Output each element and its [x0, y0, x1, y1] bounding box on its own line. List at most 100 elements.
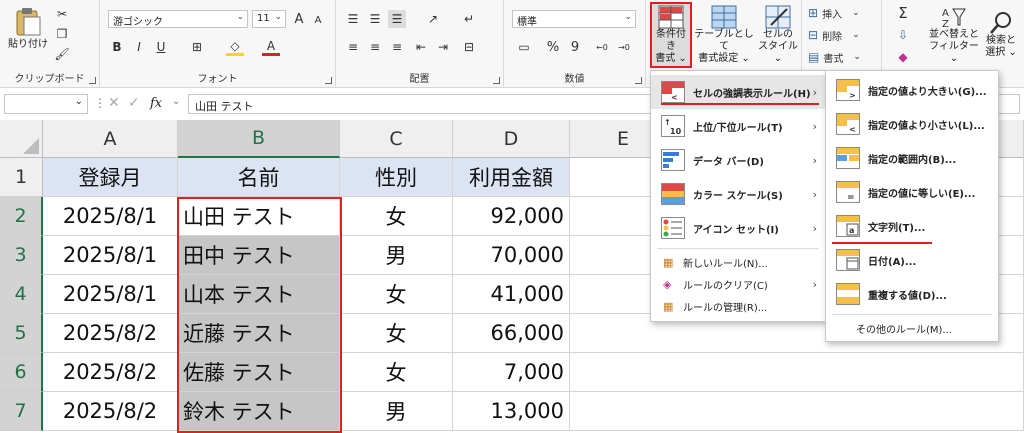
table-cell[interactable]: 2025/8/2	[43, 314, 178, 353]
font-size-select[interactable]: 11 ⌄	[252, 10, 286, 28]
row-header-7[interactable]: 7	[0, 392, 43, 431]
column-header-b[interactable]: B	[178, 120, 340, 158]
fill-color-icon[interactable]: ◇	[226, 38, 244, 56]
header-cell-registration-month[interactable]: 登録月	[43, 158, 178, 197]
submenu-item-between[interactable]: 指定の範囲内(B)...	[826, 141, 998, 175]
table-cell[interactable]: 男	[340, 236, 453, 275]
column-header-a[interactable]: A	[43, 120, 178, 158]
format-painter-icon[interactable]: 🖌	[54, 46, 70, 62]
outdent-icon[interactable]: ⇥	[434, 38, 452, 56]
menu-item-icon-sets[interactable]: アイコン セット(I) ›	[651, 211, 825, 245]
copy-icon[interactable]: ❐	[54, 26, 70, 42]
shrink-font-button[interactable]: A	[310, 12, 326, 28]
paste-button[interactable]: 貼り付け	[8, 4, 48, 54]
row-header-2[interactable]: 2	[0, 197, 43, 236]
table-cell[interactable]: 13,000	[453, 392, 570, 431]
align-center-icon[interactable]: ≡	[366, 38, 384, 56]
header-cell-name[interactable]: 名前	[178, 158, 340, 197]
menu-item-clear-rules[interactable]: ◈ ルールのクリア(C) ›	[651, 273, 825, 295]
autosum-button[interactable]: Σ	[888, 4, 918, 22]
table-cell[interactable]: 2025/8/1	[43, 236, 178, 275]
submenu-item-greater-than[interactable]: > 指定の値より大きい(G)...	[826, 73, 998, 107]
cut-icon[interactable]: ✂	[54, 6, 70, 22]
align-top-icon[interactable]: ☰	[344, 10, 362, 28]
decrease-decimal-icon[interactable]: →0	[614, 38, 634, 56]
table-cell[interactable]: 2025/8/2	[43, 353, 178, 392]
menu-item-new-rule[interactable]: ▦ 新しいルール(N)...	[651, 251, 825, 273]
row-header-4[interactable]: 4	[0, 275, 43, 314]
align-right-icon[interactable]: ≡	[388, 38, 406, 56]
menu-item-color-scales[interactable]: カラー スケール(S) ›	[651, 177, 825, 211]
name-box[interactable]: ⌄	[4, 94, 88, 114]
currency-icon[interactable]: ▭	[512, 38, 536, 56]
percent-button[interactable]: %	[544, 38, 562, 56]
table-cell[interactable]: 70,000	[453, 236, 570, 275]
submenu-item-equal-to[interactable]: = 指定の値に等しい(E)...	[826, 175, 998, 209]
submenu-item-less-than[interactable]: < 指定の値より小さい(L)...	[826, 107, 998, 141]
empty-cell[interactable]	[570, 353, 1024, 392]
submenu-item-date[interactable]: 日付(A)...	[826, 243, 998, 277]
table-cell-active[interactable]: 山田 テスト	[178, 197, 340, 236]
number-launcher-icon[interactable]	[635, 77, 642, 84]
align-bottom-icon[interactable]: ☰	[388, 10, 406, 28]
column-header-c[interactable]: C	[340, 120, 453, 158]
merge-icon[interactable]: ⊟	[460, 38, 478, 56]
font-color-button[interactable]: A	[262, 38, 280, 56]
number-format-select[interactable]: 標準 ⌄	[512, 10, 636, 28]
table-cell[interactable]: 2025/8/2	[43, 392, 178, 431]
submenu-item-more-rules[interactable]: その他のルール(M)...	[826, 317, 998, 339]
table-cell[interactable]: 佐藤 テスト	[178, 353, 340, 392]
table-cell[interactable]: 鈴木 テスト	[178, 392, 340, 431]
submenu-item-text-contains[interactable]: a 文字列(T)...	[826, 209, 998, 243]
insert-function-button[interactable]: fx	[150, 96, 162, 111]
fill-down-icon[interactable]: ⇩	[888, 26, 918, 44]
table-cell[interactable]: 2025/8/1	[43, 275, 178, 314]
border-icon[interactable]: ⊞	[188, 38, 206, 56]
table-cell[interactable]: 近藤 テスト	[178, 314, 340, 353]
sort-filter-button[interactable]: A Z 並べ替えと フィルター ⌄	[928, 4, 980, 66]
font-launcher-icon[interactable]	[325, 77, 332, 84]
delete-button[interactable]: ⊟ 削除 ⌄	[808, 26, 878, 44]
submenu-item-duplicate-values[interactable]: 重複する値(D)...	[826, 277, 998, 311]
table-cell[interactable]: 92,000	[453, 197, 570, 236]
header-cell-amount[interactable]: 利用金額	[453, 158, 570, 197]
format-as-table-button[interactable]: テーブルとして 書式設定 ⌄	[694, 4, 754, 66]
cancel-icon[interactable]: ✕	[108, 95, 120, 111]
align-middle-icon[interactable]: ☰	[366, 10, 384, 28]
row-header-5[interactable]: 5	[0, 314, 43, 353]
conditional-format-button[interactable]: 条件付き 書式 ⌄	[650, 2, 692, 68]
format-button[interactable]: ▤ 書式 ⌄	[808, 48, 878, 66]
cell-styles-button[interactable]: セルの スタイル ⌄	[756, 4, 800, 66]
increase-decimal-icon[interactable]: ←0	[592, 38, 612, 56]
find-select-button[interactable]: 検索と 選択 ⌄	[980, 4, 1022, 66]
row-header-1[interactable]: 1	[0, 158, 43, 197]
menu-item-top-bottom-rules[interactable]: ↑ 10 上位/下位ルール(T) ›	[651, 109, 825, 143]
empty-cell[interactable]	[570, 392, 1024, 431]
indent-icon[interactable]: ⇤	[412, 38, 430, 56]
grow-font-button[interactable]: A	[290, 10, 308, 28]
table-cell[interactable]: 田中 テスト	[178, 236, 340, 275]
menu-item-data-bars[interactable]: データ バー(D) ›	[651, 143, 825, 177]
align-left-icon[interactable]: ≡	[344, 38, 362, 56]
bold-button[interactable]: B	[108, 38, 126, 56]
orientation-icon[interactable]: ↗	[424, 10, 442, 28]
clear-eraser-icon[interactable]: ◆	[888, 48, 918, 66]
header-cell-gender[interactable]: 性別	[340, 158, 453, 197]
clipboard-launcher-icon[interactable]	[89, 77, 96, 84]
row-header-6[interactable]: 6	[0, 353, 43, 392]
alignment-launcher-icon[interactable]	[493, 77, 500, 84]
table-cell[interactable]: 7,000	[453, 353, 570, 392]
menu-item-manage-rules[interactable]: ▦ ルールの管理(R)...	[651, 295, 825, 317]
table-cell[interactable]: 41,000	[453, 275, 570, 314]
table-cell[interactable]: 2025/8/1	[43, 197, 178, 236]
table-cell[interactable]: 女	[340, 314, 453, 353]
table-cell[interactable]: 66,000	[453, 314, 570, 353]
enter-icon[interactable]: ✓	[128, 95, 140, 111]
italic-button[interactable]: I	[130, 38, 148, 56]
table-cell[interactable]: 男	[340, 392, 453, 431]
select-all-button[interactable]	[0, 120, 43, 158]
more-options-icon[interactable]: ⋮	[94, 96, 106, 110]
column-header-d[interactable]: D	[453, 120, 570, 158]
table-cell[interactable]: 女	[340, 197, 453, 236]
table-cell[interactable]: 女	[340, 353, 453, 392]
